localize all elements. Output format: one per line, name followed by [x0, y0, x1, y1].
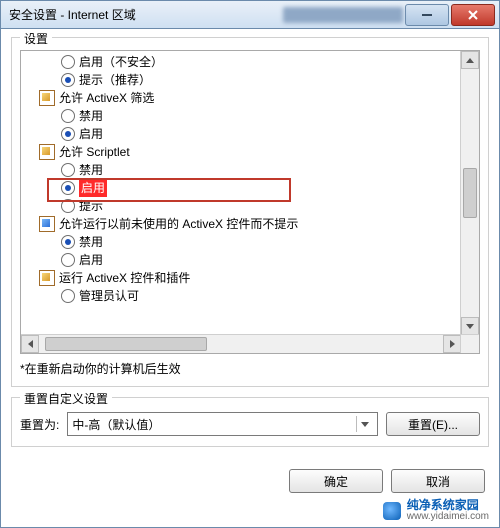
radio-admin-approved[interactable]: 管理员认可 — [21, 287, 461, 305]
tree-viewport: 启用（不安全） 提示（推荐） 允许 ActiveX 筛选 禁用 启用 允许 Sc… — [21, 51, 461, 335]
watermark-name: 纯净系统家园 — [407, 499, 489, 511]
chevron-up-icon — [466, 58, 474, 63]
settings-tree[interactable]: 启用（不安全） 提示（推荐） 允许 ActiveX 筛选 禁用 启用 允许 Sc… — [20, 50, 480, 354]
option-label: 启用 — [79, 251, 103, 269]
scroll-down-button[interactable] — [461, 317, 479, 335]
horizontal-scrollbar[interactable] — [21, 334, 461, 353]
category-scriptlet: 允许 Scriptlet — [21, 143, 461, 161]
minimize-button[interactable] — [405, 4, 449, 26]
option-label: 禁用 — [79, 107, 103, 125]
option-label: 管理员认可 — [79, 287, 139, 305]
watermark-url: www.yidaimei.com — [407, 511, 489, 523]
settings-group-label: 设置 — [20, 30, 52, 47]
scroll-track[interactable] — [39, 335, 443, 353]
close-icon — [468, 10, 478, 20]
radio-prompt-recommended[interactable]: 提示（推荐） — [21, 71, 461, 89]
radio-icon — [61, 235, 75, 249]
button-label: 确定 — [324, 473, 348, 490]
option-label: 启用（不安全） — [79, 53, 163, 71]
radio-enable-unsafe[interactable]: 启用（不安全） — [21, 53, 461, 71]
settings-group: 设置 启用（不安全） 提示（推荐） 允许 ActiveX 筛选 禁用 启用 允许… — [11, 37, 489, 387]
category-activex-filter: 允许 ActiveX 筛选 — [21, 89, 461, 107]
window-title: 安全设置 - Internet 区域 — [9, 6, 277, 23]
radio-enable-selected[interactable]: 启用 — [21, 179, 461, 197]
titlebar-blur — [283, 7, 403, 23]
scroll-left-button[interactable] — [21, 335, 39, 353]
radio-disable[interactable]: 禁用 — [21, 233, 461, 251]
category-label: 允许运行以前未使用的 ActiveX 控件而不提示 — [59, 215, 298, 233]
titlebar: 安全设置 - Internet 区域 — [1, 1, 499, 29]
scroll-thumb[interactable] — [45, 337, 207, 351]
button-label: 取消 — [426, 473, 450, 490]
option-label: 提示（推荐） — [79, 71, 151, 89]
minimize-icon — [422, 14, 432, 16]
radio-icon — [61, 73, 75, 87]
scroll-thumb[interactable] — [463, 168, 477, 218]
cancel-button[interactable]: 取消 — [391, 469, 485, 493]
option-label: 启用 — [79, 179, 107, 197]
category-label: 运行 ActiveX 控件和插件 — [59, 269, 190, 287]
restart-note: *在重新启动你的计算机后生效 — [20, 360, 480, 377]
chevron-down-icon — [466, 324, 474, 329]
category-run-activex-plugins: 运行 ActiveX 控件和插件 — [21, 269, 461, 287]
scrollbar-corner — [460, 334, 479, 353]
option-label: 禁用 — [79, 161, 103, 179]
radio-disable[interactable]: 禁用 — [21, 161, 461, 179]
reset-group: 重置自定义设置 重置为: 中-高（默认值） 重置(E)... — [11, 397, 489, 447]
radio-enable[interactable]: 启用 — [21, 251, 461, 269]
category-icon — [39, 144, 55, 160]
reset-to-label: 重置为: — [20, 416, 59, 433]
category-label: 允许 Scriptlet — [59, 143, 130, 161]
dropdown-value: 中-高（默认值） — [72, 416, 160, 433]
category-icon — [39, 270, 55, 286]
radio-icon — [61, 199, 75, 213]
scroll-right-button[interactable] — [443, 335, 461, 353]
radio-icon — [61, 127, 75, 141]
scroll-up-button[interactable] — [461, 51, 479, 69]
category-icon — [39, 216, 55, 232]
scroll-track[interactable] — [461, 69, 479, 317]
category-icon — [39, 90, 55, 106]
radio-disable[interactable]: 禁用 — [21, 107, 461, 125]
option-label: 启用 — [79, 125, 103, 143]
vertical-scrollbar[interactable] — [460, 51, 479, 335]
watermark-logo-icon — [383, 502, 401, 520]
option-label: 提示 — [79, 197, 103, 215]
chevron-left-icon — [28, 340, 33, 348]
chevron-right-icon — [450, 340, 455, 348]
category-run-unused-activex: 允许运行以前未使用的 ActiveX 控件而不提示 — [21, 215, 461, 233]
watermark: 纯净系统家园 www.yidaimei.com — [383, 499, 489, 523]
radio-prompt[interactable]: 提示 — [21, 197, 461, 215]
ok-button[interactable]: 确定 — [289, 469, 383, 493]
radio-icon — [61, 109, 75, 123]
reset-group-label: 重置自定义设置 — [20, 390, 112, 407]
radio-icon — [61, 181, 75, 195]
dialog-body: 设置 启用（不安全） 提示（推荐） 允许 ActiveX 筛选 禁用 启用 允许… — [1, 29, 499, 527]
chevron-down-icon — [356, 416, 373, 432]
category-label: 允许 ActiveX 筛选 — [59, 89, 154, 107]
radio-icon — [61, 55, 75, 69]
reset-button[interactable]: 重置(E)... — [386, 412, 480, 436]
security-settings-dialog: 安全设置 - Internet 区域 设置 启用（不安全） 提示（推荐） 允许 … — [0, 0, 500, 528]
radio-enable[interactable]: 启用 — [21, 125, 461, 143]
reset-level-dropdown[interactable]: 中-高（默认值） — [67, 412, 378, 436]
button-label: 重置(E)... — [408, 416, 458, 433]
dialog-buttons: 确定 取消 — [289, 469, 485, 493]
radio-icon — [61, 289, 75, 303]
radio-icon — [61, 253, 75, 267]
close-button[interactable] — [451, 4, 495, 26]
radio-icon — [61, 163, 75, 177]
option-label: 禁用 — [79, 233, 103, 251]
